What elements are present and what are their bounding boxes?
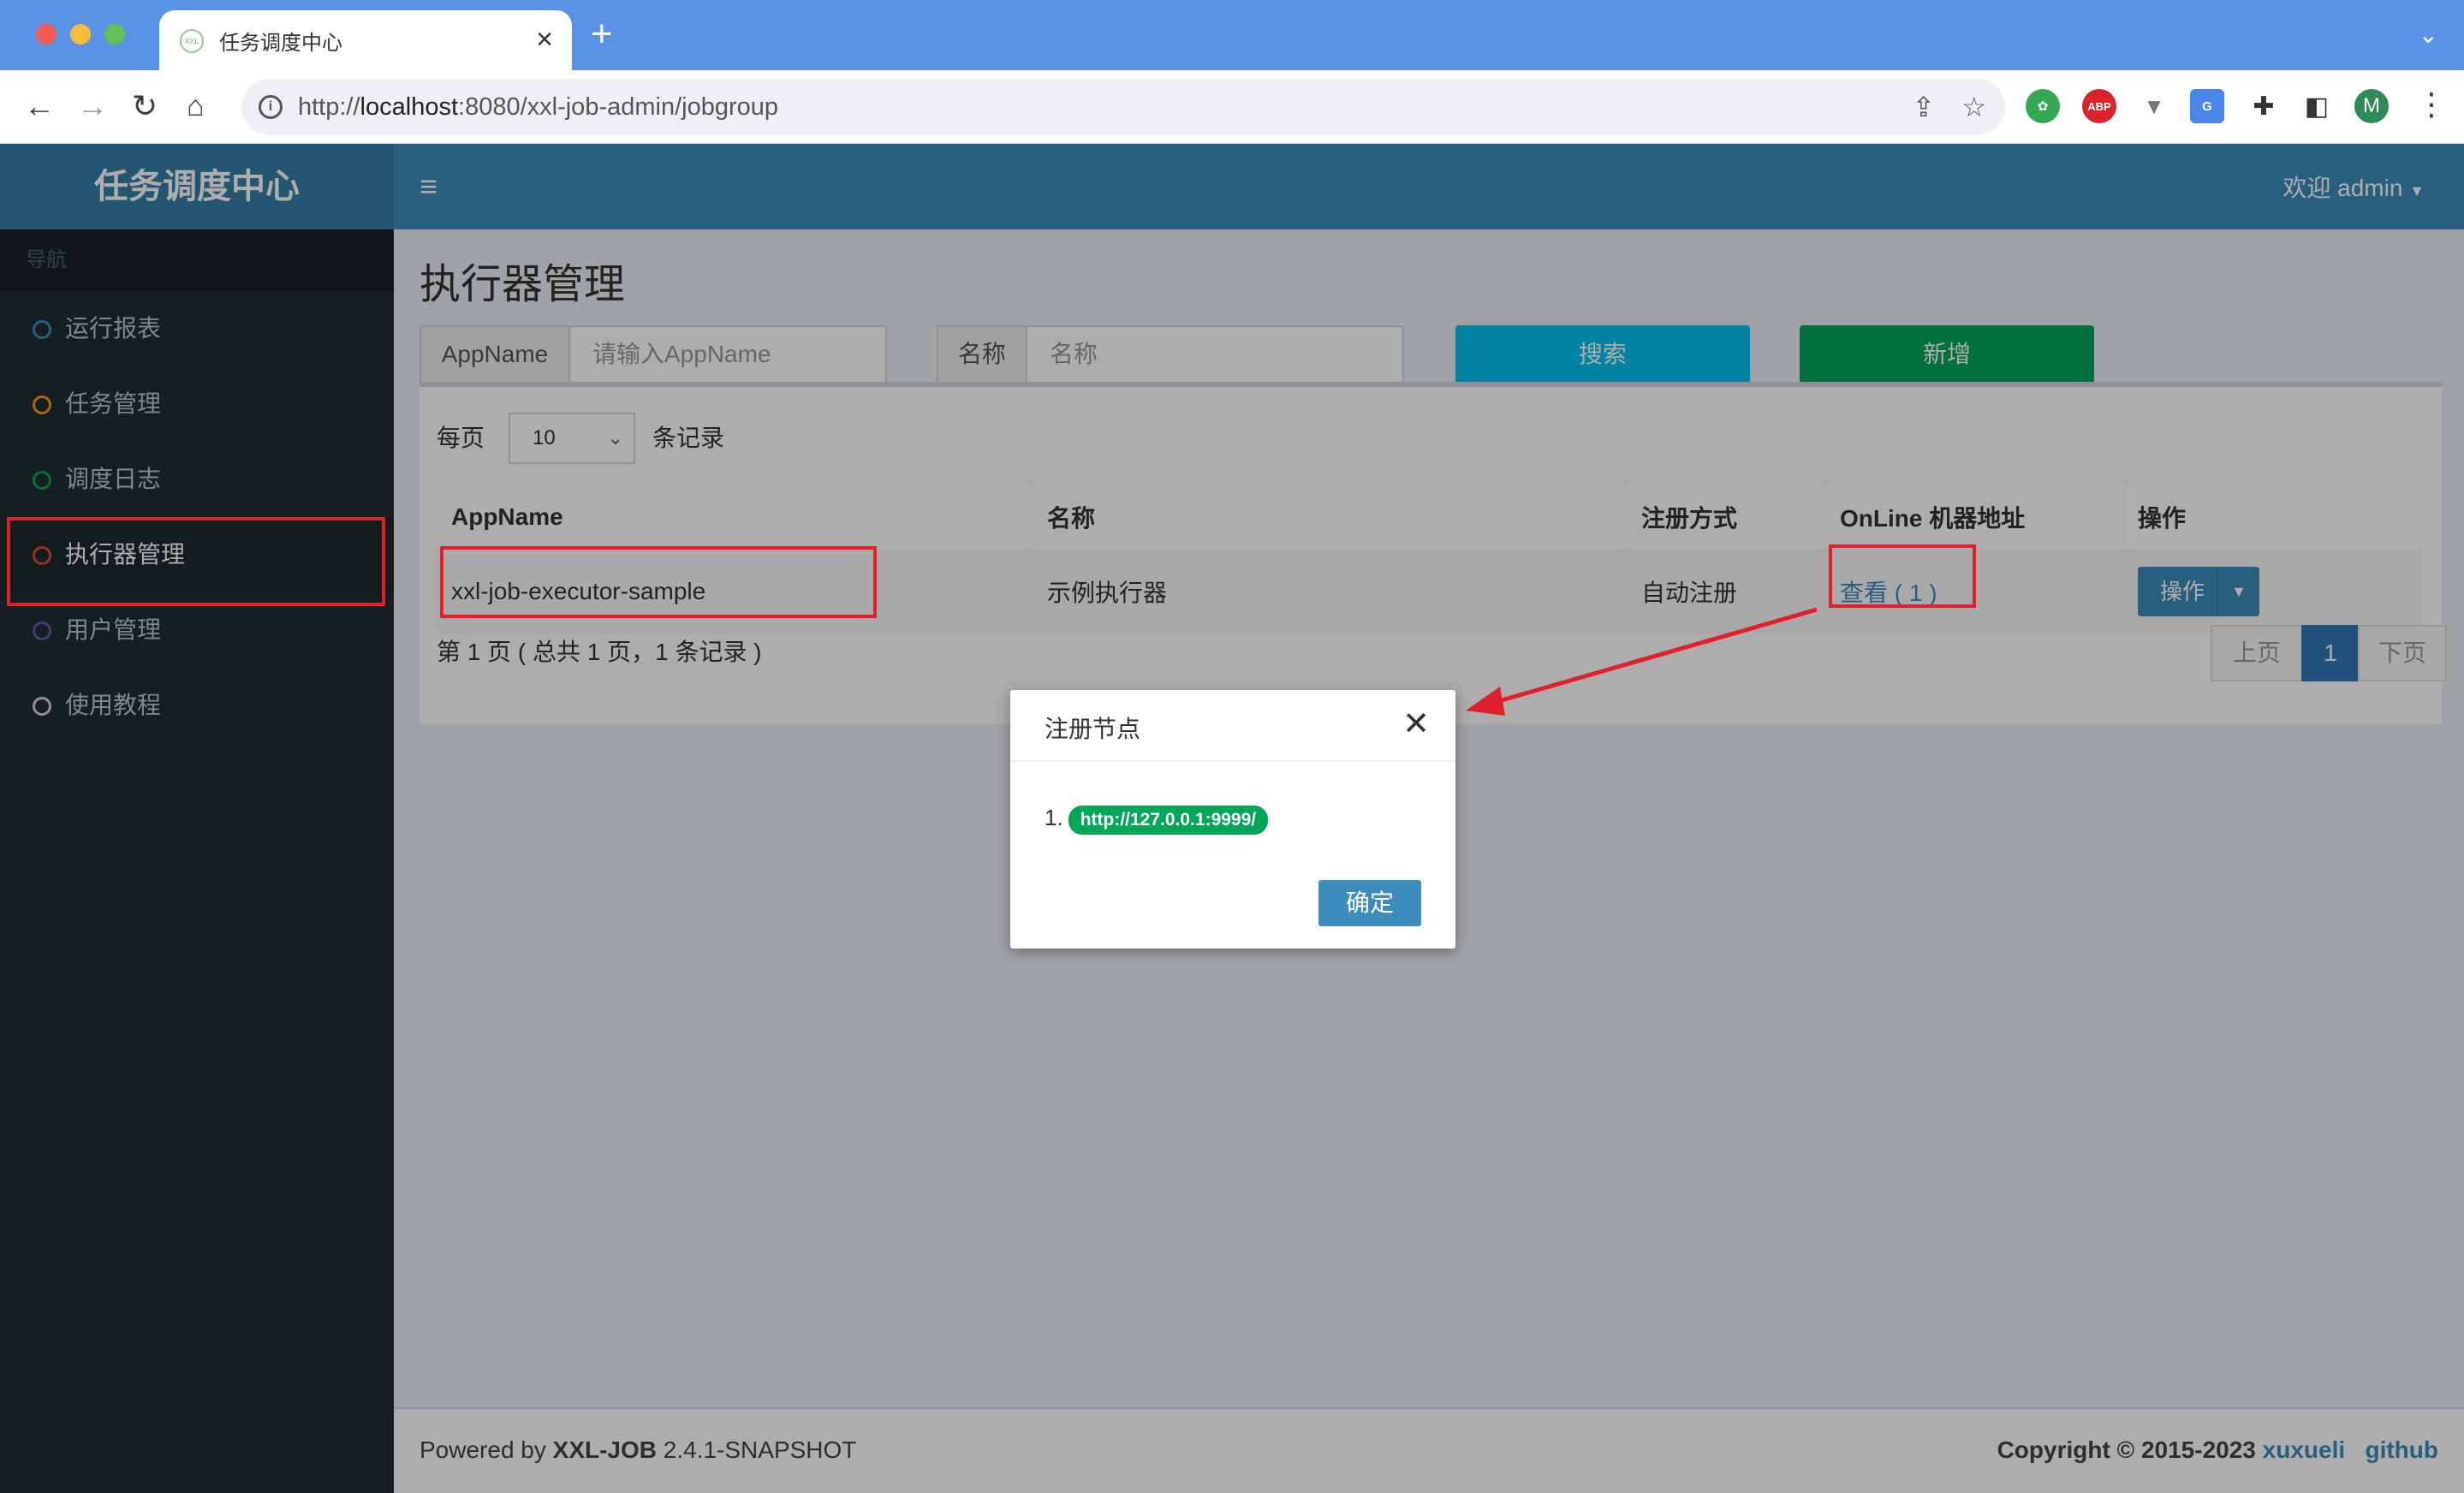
annotation-arrow (1466, 607, 1818, 716)
